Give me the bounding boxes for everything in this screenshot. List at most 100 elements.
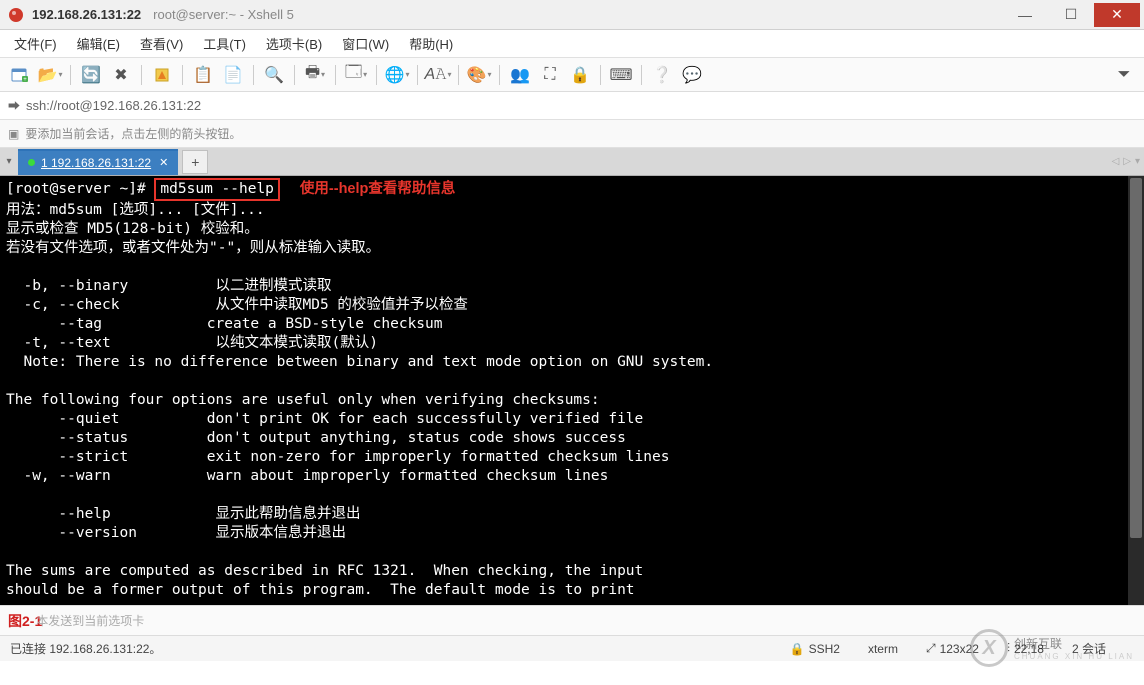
disconnect-icon[interactable]: ✖: [107, 61, 135, 89]
separator: [253, 65, 254, 85]
status-size: ⤢123x22: [926, 641, 979, 656]
menu-help[interactable]: 帮助(H): [401, 30, 461, 57]
tab-close-icon[interactable]: ✕: [159, 156, 168, 169]
tab-next-icon[interactable]: ▷: [1123, 156, 1131, 167]
font-icon[interactable]: A𝙰▾: [424, 61, 452, 89]
terminal-line: --strict exit non-zero for improperly fo…: [6, 449, 669, 465]
window-controls: — ☐ ✕: [1002, 3, 1140, 27]
terminal-line: 显示或检查 MD5(128-bit) 校验和。: [6, 221, 259, 237]
separator: [294, 65, 295, 85]
menu-tools[interactable]: 工具(T): [195, 30, 254, 57]
scrollbar-thumb[interactable]: [1130, 178, 1142, 538]
terminal-line: 若没有文件选项，或者文件处为"-"，则从标准输入读取。: [6, 240, 380, 256]
menu-edit[interactable]: 编辑(E): [69, 30, 128, 57]
paste-icon[interactable]: 📄: [219, 61, 247, 89]
terminal-line: --tag create a BSD-style checksum: [6, 316, 443, 332]
separator: [335, 65, 336, 85]
properties-icon[interactable]: 🗔▾: [342, 61, 370, 89]
terminal-line: --quiet don't print OK for each successf…: [6, 411, 643, 427]
svg-text:+: +: [23, 77, 27, 83]
status-cursor: ⫶22,18: [1007, 641, 1044, 656]
users-icon[interactable]: 👥: [506, 61, 534, 89]
search-icon[interactable]: 🔍: [260, 61, 288, 89]
terminal-line: Note: There is no difference between bin…: [6, 354, 713, 370]
menu-tabs[interactable]: 选项卡(B): [258, 30, 330, 57]
separator: [499, 65, 500, 85]
fullscreen-icon[interactable]: ⛶: [536, 61, 564, 89]
separator: [141, 65, 142, 85]
toolbar-expand-icon[interactable]: ⏷: [1110, 61, 1138, 89]
send-placeholder[interactable]: 本发送到当前选项卡: [36, 612, 144, 629]
terminal-line: should be a former output of this progra…: [6, 582, 635, 598]
separator: [376, 65, 377, 85]
addressbar-url: ssh://root@192.168.26.131:22: [26, 98, 201, 113]
tab-status-dot: [28, 159, 35, 166]
language-icon[interactable]: 🌐▾: [383, 61, 411, 89]
tab-nav: ◁ ▷ ▾: [1112, 156, 1144, 167]
terminal-line: -c, --check 从文件中读取MD5 的校验值并予以检查: [6, 297, 468, 313]
menu-view[interactable]: 查看(V): [132, 30, 191, 57]
color-icon[interactable]: 🎨▾: [465, 61, 493, 89]
terminal-line: -b, --binary 以二进制模式读取: [6, 278, 332, 294]
sendbar: 图2-1 本发送到当前选项卡: [0, 605, 1144, 635]
separator: [600, 65, 601, 85]
status-connection: 已连接 192.168.26.131:22。: [10, 640, 161, 657]
terminal-line: The following four options are useful on…: [6, 392, 600, 408]
terminal-line: -t, --text 以纯文本模式读取(默认): [6, 335, 378, 351]
lock-icon[interactable]: 🔒: [566, 61, 594, 89]
tab-menu-icon[interactable]: ▾: [1135, 156, 1140, 167]
size-icon: ⤢: [926, 641, 936, 656]
help-icon[interactable]: ❔: [648, 61, 676, 89]
terminal-line: --version 显示版本信息并退出: [6, 525, 346, 541]
terminal-line: --status don't output anything, status c…: [6, 430, 626, 446]
print-icon[interactable]: 🖶▾: [301, 61, 329, 89]
copy-icon[interactable]: 📋: [189, 61, 217, 89]
tab-list-icon[interactable]: ▾: [0, 156, 18, 167]
tab-active[interactable]: 1 192.168.26.131:22 ✕: [18, 149, 178, 175]
statusbar: 已连接 192.168.26.131:22。 🔒SSH2 xterm ⤢123x…: [0, 635, 1144, 661]
tabbar: ▾ 1 192.168.26.131:22 ✕ + ◁ ▷ ▾: [0, 148, 1144, 176]
feedback-icon[interactable]: 💬: [678, 61, 706, 89]
terminal-line: --help 显示此帮助信息并退出: [6, 506, 361, 522]
keyboard-icon[interactable]: ⌨: [607, 61, 635, 89]
titlebar: 192.168.26.131:22 root@server:~ - Xshell…: [0, 0, 1144, 30]
hint-icon: ▣: [8, 127, 19, 141]
terminal-prompt: [root@server ~]#: [6, 181, 146, 197]
menubar: 文件(F) 编辑(E) 查看(V) 工具(T) 选项卡(B) 窗口(W) 帮助(…: [0, 30, 1144, 58]
addressbar-arrow-icon[interactable]: ⮕: [8, 97, 20, 114]
profile-icon[interactable]: [148, 61, 176, 89]
separator: [70, 65, 71, 85]
separator: [458, 65, 459, 85]
close-button[interactable]: ✕: [1094, 3, 1140, 27]
new-session-icon[interactable]: +: [6, 61, 34, 89]
status-termtype: xterm: [868, 642, 898, 656]
hint-text: 要添加当前会话，点击左侧的箭头按钮。: [25, 125, 241, 142]
open-icon[interactable]: 📂▾: [36, 61, 64, 89]
terminal[interactable]: [root@server ~]# md5sum --help 使用--help查看…: [0, 176, 1144, 605]
minimize-button[interactable]: —: [1002, 3, 1048, 27]
pos-icon: ⫶: [1007, 641, 1010, 656]
hintbar: ▣ 要添加当前会话，点击左侧的箭头按钮。: [0, 120, 1144, 148]
addressbar[interactable]: ⮕ ssh://root@192.168.26.131:22: [0, 92, 1144, 120]
app-icon: [8, 7, 24, 23]
toolbar: + 📂▾ 🔄 ✖ 📋 📄 🔍 🖶▾ 🗔▾ 🌐▾ A𝙰▾ 🎨▾ 👥 ⛶ 🔒 ⌨ ❔…: [0, 58, 1144, 92]
title-host: 192.168.26.131:22: [32, 7, 141, 22]
status-sessions: 2 会话: [1072, 640, 1106, 657]
terminal-annotation: 使用--help查看帮助信息: [300, 181, 455, 197]
title-rest: root@server:~ - Xshell 5: [153, 7, 294, 22]
terminal-line: -w, --warn warn about improperly formatt…: [6, 468, 608, 484]
separator: [182, 65, 183, 85]
reconnect-icon[interactable]: 🔄: [77, 61, 105, 89]
terminal-line: The sums are computed as described in RF…: [6, 563, 643, 579]
menu-window[interactable]: 窗口(W): [334, 30, 397, 57]
maximize-button[interactable]: ☐: [1048, 3, 1094, 27]
terminal-command-highlight: md5sum --help: [154, 178, 280, 201]
tab-prev-icon[interactable]: ◁: [1112, 156, 1120, 167]
tab-add-button[interactable]: +: [182, 150, 208, 174]
terminal-scrollbar[interactable]: [1128, 176, 1144, 605]
separator: [641, 65, 642, 85]
tab-label: 1 192.168.26.131:22: [41, 156, 151, 170]
separator: [417, 65, 418, 85]
lock-icon: 🔒: [790, 642, 805, 656]
menu-file[interactable]: 文件(F): [6, 30, 65, 57]
